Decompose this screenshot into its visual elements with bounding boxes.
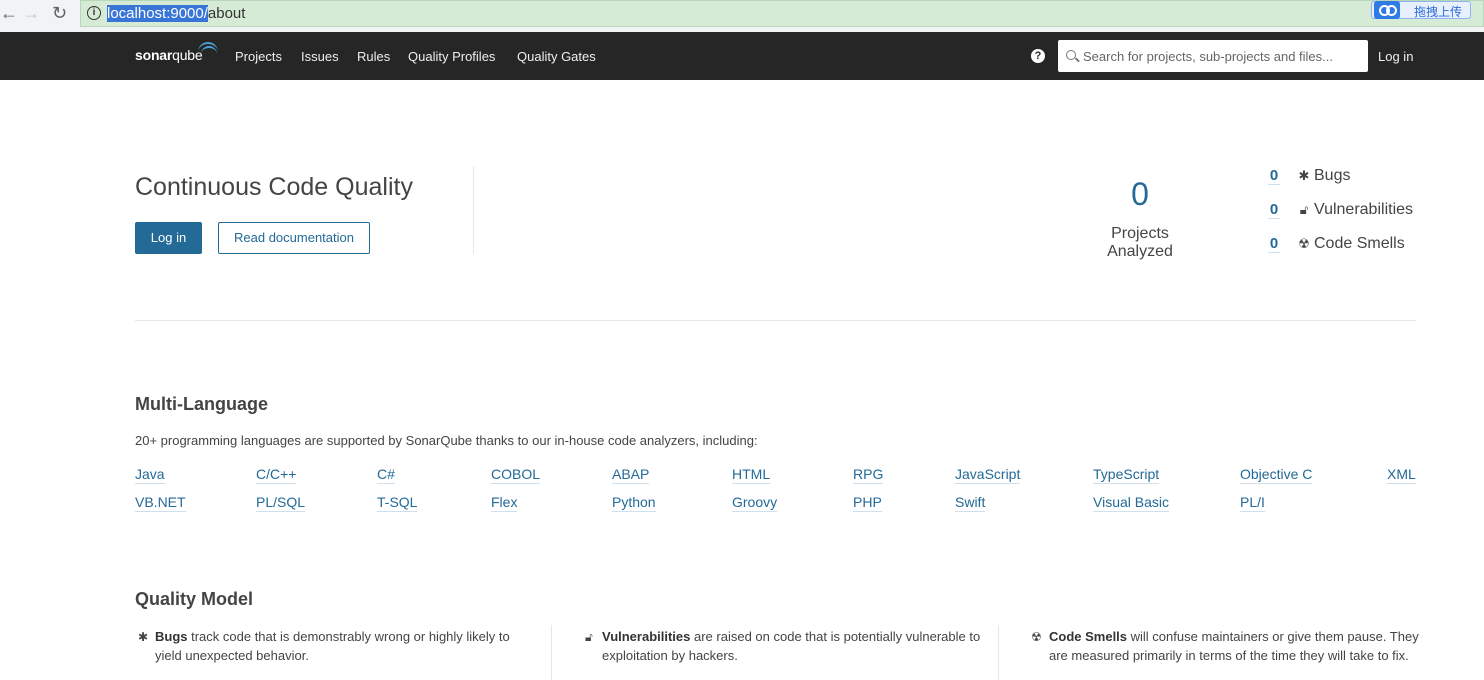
global-search[interactable] [1058, 40, 1368, 72]
back-arrow-icon[interactable]: ← [0, 4, 18, 22]
language-link[interactable]: Swift [955, 494, 986, 512]
cloud-icon [1374, 1, 1400, 19]
language-link[interactable]: PL/SQL [256, 494, 306, 512]
code-smells-term: Code Smells [1049, 629, 1128, 644]
language-link[interactable]: Visual Basic [1093, 494, 1170, 512]
upload-label: 拖拽上传 [1414, 5, 1463, 19]
sonarqube-logo[interactable]: sonarqube [135, 47, 203, 63]
language-link[interactable]: T-SQL [377, 494, 418, 512]
vulnerabilities-label: Vulnerabilities [1314, 201, 1414, 218]
info-icon[interactable]: i [87, 6, 101, 20]
address-bar[interactable]: i localhost:9000/about 拖拽上传 [80, 0, 1484, 27]
code-smells-count[interactable]: 0 [1268, 235, 1280, 253]
quality-model-title: Quality Model [135, 589, 254, 609]
search-input[interactable] [1083, 46, 1363, 66]
column-divider [551, 625, 552, 680]
language-link[interactable]: C/C++ [256, 466, 297, 484]
forward-arrow-icon[interactable]: → [22, 4, 40, 22]
language-link[interactable]: Java [135, 466, 165, 484]
navbar-login-link[interactable]: Log in [1378, 49, 1413, 64]
projects-label: Projects Analyzed [1107, 225, 1173, 260]
bugs-term: Bugs [155, 629, 188, 644]
nav-issues[interactable]: Issues [301, 49, 339, 64]
language-link[interactable]: RPG [853, 466, 884, 484]
top-navbar: sonarqube Projects Issues Rules Quality … [0, 32, 1484, 80]
hero-divider [473, 166, 474, 254]
language-link[interactable]: COBOL [491, 466, 541, 484]
browser-toolbar: ← → ↻ i localhost:9000/about 拖拽上传 [0, 0, 1484, 32]
url-path: about [207, 5, 246, 22]
bug-icon: ✱ [1298, 168, 1310, 183]
language-link[interactable]: HTML [732, 466, 771, 484]
column-divider [998, 625, 999, 680]
page-title: Continuous Code Quality [135, 173, 413, 201]
code-smells-label: Code Smells [1314, 235, 1405, 252]
bug-icon: ✱ [138, 630, 149, 644]
language-link[interactable]: XML [1387, 466, 1416, 484]
radiation-icon: ☢ [1298, 236, 1310, 251]
url-host: localhost:9000/ [107, 5, 208, 22]
language-link[interactable]: PHP [853, 494, 882, 512]
vulnerabilities-term: Vulnerabilities [602, 629, 691, 644]
login-button[interactable]: Log in [135, 222, 202, 254]
lock-icon: 🔓︎ [1299, 202, 1309, 217]
upload-button[interactable]: 拖拽上传 [1371, 1, 1471, 19]
nav-projects[interactable]: Projects [235, 49, 282, 64]
multi-language-text: 20+ programming languages are supported … [135, 433, 758, 448]
quality-model-bugs: Bugs track code that is demonstrably wro… [155, 627, 535, 665]
section-divider [135, 320, 1416, 321]
language-link[interactable]: PL/I [1240, 494, 1265, 512]
language-link[interactable]: VB.NET [135, 494, 186, 512]
url-text[interactable]: localhost:9000/about [107, 5, 245, 23]
nav-quality-profiles[interactable]: Quality Profiles [408, 49, 495, 64]
language-link[interactable]: TypeScript [1093, 466, 1160, 484]
bugs-count[interactable]: 0 [1268, 167, 1280, 185]
language-link[interactable]: Flex [491, 494, 518, 512]
vulnerabilities-count[interactable]: 0 [1268, 201, 1280, 219]
bugs-description: track code that is demonstrably wrong or… [155, 629, 510, 663]
projects-count[interactable]: 0 [1078, 176, 1202, 213]
reload-icon[interactable]: ↻ [52, 4, 67, 22]
quality-model-code-smells: Code Smells will confuse maintainers or … [1049, 627, 1419, 665]
language-link[interactable]: Python [612, 494, 656, 512]
lock-icon: 🔓︎ [585, 630, 593, 644]
read-documentation-button[interactable]: Read documentation [218, 222, 370, 254]
language-link[interactable]: Groovy [732, 494, 778, 512]
multi-language-title: Multi-Language [135, 394, 268, 414]
language-link[interactable]: Objective C [1240, 466, 1313, 484]
language-link[interactable]: JavaScript [955, 466, 1021, 484]
nav-rules[interactable]: Rules [357, 49, 390, 64]
bugs-label: Bugs [1314, 167, 1351, 184]
nav-quality-gates[interactable]: Quality Gates [517, 49, 596, 64]
search-icon [1066, 50, 1076, 60]
language-link[interactable]: C# [377, 466, 395, 484]
help-icon[interactable]: ? [1031, 49, 1045, 63]
quality-model-vulnerabilities: Vulnerabilities are raised on code that … [602, 627, 982, 665]
logo-wave-inner-icon [201, 46, 217, 58]
radiation-icon: ☢ [1031, 630, 1042, 644]
language-link[interactable]: ABAP [612, 466, 650, 484]
logo-bold-text: sonar [135, 47, 173, 63]
